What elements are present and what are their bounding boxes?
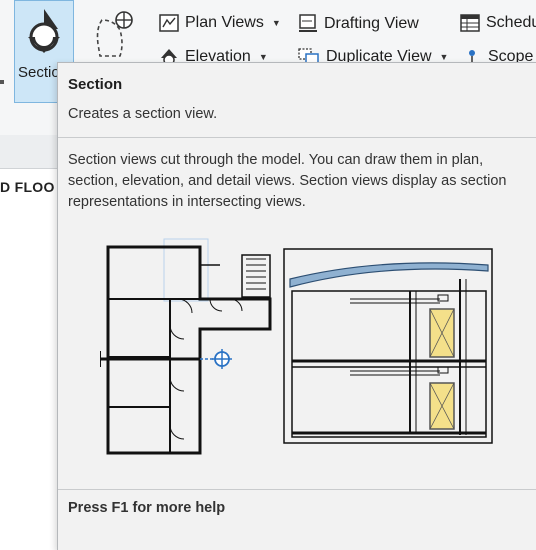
tooltip-divider	[58, 137, 536, 138]
section-illustration	[100, 238, 493, 455]
chevron-down-icon: ▼	[258, 52, 268, 62]
schedules-icon	[460, 14, 480, 32]
plan-views-label: Plan Views	[185, 14, 264, 31]
chevron-down-icon: ▼	[439, 52, 449, 62]
plan-views-icon	[159, 14, 179, 32]
chevron-down-icon: ▼	[271, 18, 281, 28]
drafting-view-label: Drafting View	[324, 15, 419, 32]
section-marker-icon	[28, 9, 60, 53]
view-title: D FLOO	[0, 179, 55, 195]
ribbon-edge-mark	[0, 80, 4, 84]
section-view-drawing	[283, 248, 493, 444]
tooltip-description: Section views cut through the model. You…	[68, 152, 507, 210]
schedules-button[interactable]: Schedu	[460, 14, 536, 32]
tooltip-subtitle: Creates a section view.	[68, 106, 218, 122]
tooltip-help-hint: Press F1 for more help	[68, 500, 226, 516]
section-tooltip: Section Creates a section view. Section …	[57, 62, 536, 550]
tooltip-title: Section	[68, 76, 123, 93]
floor-plan-drawing	[106, 238, 272, 455]
drafting-view-button[interactable]: Drafting View	[298, 14, 419, 34]
section-line-marker	[100, 349, 232, 369]
tooltip-footer-divider	[58, 489, 536, 490]
drafting-view-icon	[299, 14, 317, 32]
callout-icon[interactable]	[94, 8, 136, 60]
plan-views-button[interactable]: Plan Views ▼	[159, 14, 281, 32]
schedules-label: Schedu	[486, 14, 536, 31]
